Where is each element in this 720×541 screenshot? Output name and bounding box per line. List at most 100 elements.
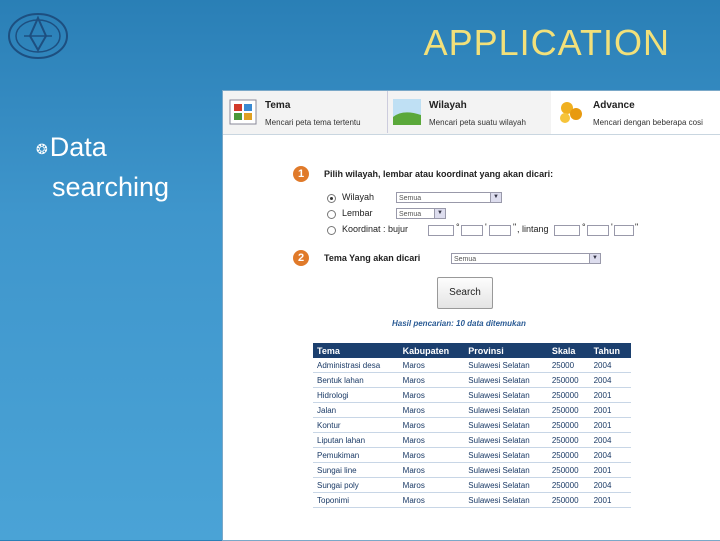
search-button[interactable]: Search: [437, 277, 493, 309]
step-1-badge: 1: [293, 166, 309, 182]
table-cell: Maros: [398, 447, 465, 463]
table-cell: Liputan lahan: [313, 432, 399, 448]
second-symbol: ": [635, 222, 639, 232]
chevron-down-icon: ▼: [434, 209, 445, 218]
table-cell: 2001: [589, 387, 631, 403]
chevron-down-icon: ▼: [589, 254, 600, 263]
bujur-min-input[interactable]: [461, 225, 483, 236]
header-skala[interactable]: Skala: [547, 343, 590, 358]
table-row[interactable]: Jalan Maros Sulawesi Selatan 250000 2001: [313, 402, 631, 418]
table-cell: 250000: [547, 447, 590, 463]
table-cell: Maros: [398, 462, 465, 478]
header-tema[interactable]: Tema: [313, 343, 399, 358]
grid-icon: [229, 99, 257, 125]
table-cell: Sungai poly: [313, 477, 399, 493]
option-wilayah-label: Wilayah: [342, 192, 375, 202]
table-cell: Sulawesi Selatan: [464, 447, 548, 463]
table-row[interactable]: Pemukiman Maros Sulawesi Selatan 250000 2004: [313, 447, 631, 463]
table-cell: Bentuk lahan: [313, 372, 399, 388]
tab-bar: Tema Mencari peta tema tertentu Wilayah …: [223, 91, 720, 135]
table-row[interactable]: Liputan lahan Maros Sulawesi Selatan 250000…: [313, 432, 631, 448]
tab-wilayah[interactable]: Wilayah Mencari peta suatu wilayah: [387, 91, 552, 133]
bullet-line1: Data: [49, 132, 107, 162]
degree-symbol: °: [456, 222, 460, 232]
table-cell: 250000: [547, 417, 590, 433]
table-row[interactable]: Bentuk lahan Maros Sulawesi Selatan 250000 2…: [313, 372, 631, 388]
table-cell: Sulawesi Selatan: [464, 372, 548, 388]
table-row[interactable]: Administrasi desa Maros Sulawesi Selatan 25…: [313, 358, 631, 373]
table-row[interactable]: Toponimi Maros Sulawesi Selatan 250000 2001: [313, 492, 631, 508]
tab-wilayah-desc: Mencari peta suatu wilayah: [429, 118, 526, 127]
tab-advance-name: Advance: [593, 100, 635, 111]
coins-icon: [560, 102, 582, 123]
app-window: Tema Mencari peta tema tertentu Wilayah …: [222, 90, 720, 541]
table-cell: 25000: [547, 358, 590, 373]
table-cell: 250000: [547, 387, 590, 403]
tab-advance[interactable]: Advance Mencari dengan beberapa cosi: [551, 91, 720, 134]
tab-tema[interactable]: Tema Mencari peta tema tertentu: [223, 91, 388, 133]
step-2-heading: Tema Yang akan dicari: [324, 253, 421, 263]
table-cell: Maros: [398, 417, 465, 433]
table-cell: Administrasi desa: [313, 358, 399, 373]
table-cell: Sulawesi Selatan: [464, 402, 548, 418]
landscape-icon: [393, 99, 421, 125]
table-cell: 250000: [547, 462, 590, 478]
table-cell: Sungai line: [313, 462, 399, 478]
second-symbol: ": [513, 222, 517, 232]
table-cell: Toponimi: [313, 492, 399, 508]
table-row[interactable]: Kontur Maros Sulawesi Selatan 250000 2001: [313, 417, 631, 433]
table-cell: Maros: [398, 372, 465, 388]
header-provinsi[interactable]: Provinsi: [464, 343, 548, 358]
lintang-deg-input[interactable]: [554, 225, 580, 236]
table-cell: 250000: [547, 477, 590, 493]
table-row[interactable]: Sungai line Maros Sulawesi Selatan 250000 20…: [313, 462, 631, 478]
table-cell: Maros: [398, 432, 465, 448]
tema-select-value: Semua: [454, 256, 477, 263]
result-count: Hasil pencarian: 10 data ditemukan: [392, 319, 526, 328]
university-logo-icon: [8, 13, 68, 59]
table-cell: Sulawesi Selatan: [464, 417, 548, 433]
tema-select[interactable]: Semua ▼: [451, 253, 601, 264]
lembar-select-value: Semua: [399, 211, 422, 218]
table-row[interactable]: Hidrologi Maros Sulawesi Selatan 250000 2001: [313, 387, 631, 403]
table-cell: Sulawesi Selatan: [464, 358, 548, 373]
lintang-sec-input[interactable]: [614, 225, 634, 236]
table-cell: 250000: [547, 372, 590, 388]
table-cell: Sulawesi Selatan: [464, 477, 548, 493]
bullet-line2: searching: [52, 171, 170, 202]
table-cell: Sulawesi Selatan: [464, 492, 548, 508]
tab-wilayah-name: Wilayah: [429, 100, 467, 111]
slide-title: APPLICATION: [423, 22, 670, 63]
radio-wilayah[interactable]: [327, 194, 336, 203]
table-cell: 2001: [589, 492, 631, 508]
radio-koordinat[interactable]: [327, 226, 336, 235]
minute-symbol: ': [485, 222, 487, 232]
table-cell: Sulawesi Selatan: [464, 462, 548, 478]
header-kabupaten[interactable]: Kabupaten: [398, 343, 465, 358]
table-cell: 2001: [589, 417, 631, 433]
tab-advance-desc: Mencari dengan beberapa cosi: [593, 118, 703, 127]
table-cell: Maros: [398, 387, 465, 403]
table-cell: Maros: [398, 492, 465, 508]
table-cell: 250000: [547, 492, 590, 508]
table-cell: Maros: [398, 358, 465, 373]
table-cell: Maros: [398, 477, 465, 493]
lembar-select[interactable]: Semua ▼: [396, 208, 446, 219]
lintang-min-input[interactable]: [587, 225, 609, 236]
bujur-deg-input[interactable]: [428, 225, 454, 236]
table-cell: Maros: [398, 402, 465, 418]
radio-lembar[interactable]: [327, 210, 336, 219]
table-cell: Kontur: [313, 417, 399, 433]
degree-symbol: °: [582, 222, 586, 232]
header-tahun[interactable]: Tahun: [589, 343, 631, 358]
chevron-down-icon: ▼: [490, 193, 501, 202]
table-cell: 2004: [589, 447, 631, 463]
bujur-sec-input[interactable]: [489, 225, 511, 236]
table-row[interactable]: Sungai poly Maros Sulawesi Selatan 250000 20…: [313, 477, 631, 493]
table-cell: 2004: [589, 372, 631, 388]
wilayah-select[interactable]: Semua ▼: [396, 192, 502, 203]
table-cell: 2001: [589, 462, 631, 478]
table-cell: Sulawesi Selatan: [464, 387, 548, 403]
wilayah-select-value: Semua: [399, 195, 422, 202]
bullet-data-searching: ❂Data searching: [36, 128, 169, 206]
